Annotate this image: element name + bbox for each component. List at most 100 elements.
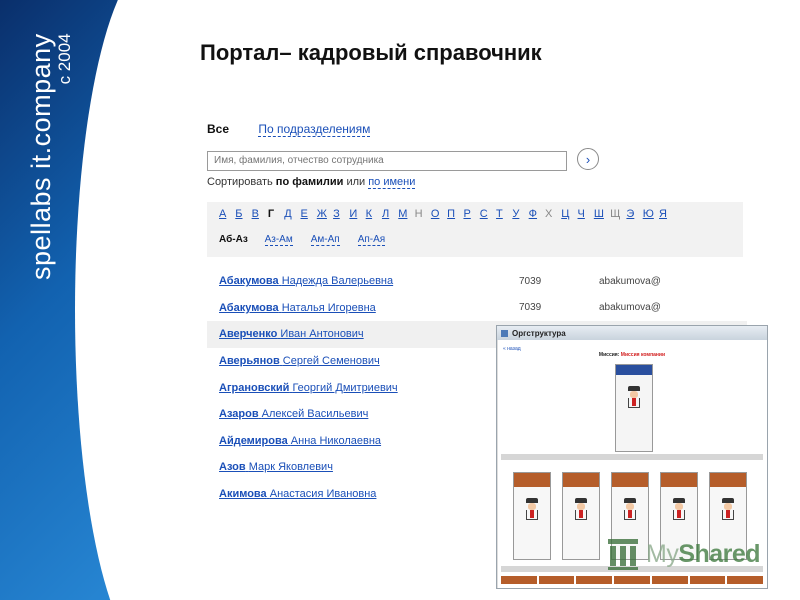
letter-У[interactable]: У bbox=[512, 208, 528, 220]
letter-Ю[interactable]: Ю bbox=[643, 208, 659, 220]
letter-Ч[interactable]: Ч bbox=[578, 208, 594, 220]
sort-by-first-name[interactable]: по имени bbox=[368, 176, 416, 189]
employee-name-link[interactable]: Абакумова Надежда Валерьевна bbox=[219, 275, 393, 287]
org-window-titlebar[interactable]: Оргструктура bbox=[497, 326, 767, 340]
sort-prefix: Сортировать bbox=[207, 176, 273, 188]
employee-name-link[interactable]: Аверченко Иван Антонович bbox=[219, 328, 364, 340]
search-input[interactable] bbox=[207, 150, 567, 171]
org-department-role bbox=[567, 526, 599, 530]
org-sub-unit[interactable] bbox=[727, 576, 764, 584]
employee-name-link[interactable]: Акимова Анастасия Ивановна bbox=[219, 488, 376, 500]
brand-since: с 2004 bbox=[55, 33, 74, 85]
letter-Щ: Щ bbox=[610, 208, 621, 220]
sort-or: или bbox=[346, 176, 366, 188]
sort-by-last-name[interactable]: по фамилии bbox=[276, 176, 344, 188]
employee-name-link[interactable]: Азаров Алексей Васильевич bbox=[219, 408, 368, 420]
brand-logo-text: spellabs it.company с 2004 bbox=[26, 33, 75, 280]
org-department-person bbox=[710, 490, 746, 494]
letter-Ж[interactable]: Ж bbox=[317, 208, 333, 220]
org-root-person bbox=[616, 378, 652, 382]
person-avatar-icon bbox=[623, 498, 637, 520]
org-sub-unit[interactable] bbox=[538, 576, 575, 584]
table-row: Абакумова Наталья Игоревна 7039 abakumova@ bbox=[207, 295, 747, 322]
letter-Г: Г bbox=[267, 208, 275, 220]
letter-Р[interactable]: Р bbox=[463, 208, 479, 220]
sort-row: Сортировать по фамилии или по имени bbox=[207, 176, 416, 189]
org-department-header bbox=[661, 473, 697, 487]
employee-email[interactable]: abakumova@ bbox=[599, 302, 661, 313]
letter-К[interactable]: К bbox=[366, 208, 382, 220]
tab-all[interactable]: Все bbox=[207, 122, 229, 136]
org-department-header bbox=[514, 473, 550, 487]
org-sub-unit[interactable] bbox=[614, 576, 650, 584]
org-root-role bbox=[620, 414, 652, 418]
employee-name-link[interactable]: Аверьянов Сергей Семенович bbox=[219, 355, 380, 367]
employee-name-link[interactable]: Азов Марк Яковлевич bbox=[219, 461, 333, 473]
letter-М[interactable]: М bbox=[398, 208, 414, 220]
letter-Д[interactable]: Д bbox=[284, 208, 300, 220]
org-window-title: Оргструктура bbox=[512, 328, 566, 338]
employee-name-link[interactable]: Аграновский Георгий Дмитриевич bbox=[219, 382, 398, 394]
letter-Ф[interactable]: Ф bbox=[529, 208, 545, 220]
letter-Л[interactable]: Л bbox=[382, 208, 398, 220]
brand-band bbox=[0, 0, 165, 600]
letter-П[interactable]: П bbox=[447, 208, 463, 220]
person-avatar-icon bbox=[627, 386, 641, 408]
person-avatar-icon bbox=[574, 498, 588, 520]
letter-Е[interactable]: Е bbox=[300, 208, 316, 220]
org-root-header bbox=[616, 365, 652, 375]
letter-Ц[interactable]: Ц bbox=[561, 208, 577, 220]
org-department-person bbox=[563, 490, 599, 494]
tab-by-department[interactable]: По подразделениям bbox=[258, 122, 371, 137]
watermark-text: MyShared bbox=[646, 539, 761, 568]
org-sub-unit[interactable] bbox=[576, 576, 613, 584]
letter-range-row: Аб-Аз Аз-Ам Ам-Ап Ап-Ая bbox=[219, 234, 403, 246]
person-avatar-icon bbox=[721, 498, 735, 520]
view-tabs: Все По подразделениям bbox=[207, 122, 371, 137]
employee-phone: 7039 bbox=[519, 302, 542, 314]
building-logo-icon bbox=[606, 537, 640, 571]
employee-name-link[interactable]: Айдемирова Анна Николаевна bbox=[219, 435, 381, 447]
myshared-watermark: MyShared bbox=[606, 536, 761, 572]
letter-Я[interactable]: Я bbox=[659, 208, 675, 220]
org-section-divider bbox=[501, 454, 763, 460]
letter-В[interactable]: В bbox=[252, 208, 268, 220]
employee-phone: 7039 bbox=[519, 275, 542, 287]
person-avatar-icon bbox=[525, 498, 539, 520]
letter-А[interactable]: А bbox=[219, 208, 235, 220]
letter-Э[interactable]: Э bbox=[626, 208, 642, 220]
search-row: › bbox=[207, 148, 607, 171]
letter-Т[interactable]: Т bbox=[496, 208, 512, 220]
employee-name-link[interactable]: Абакумова Наталья Игоревна bbox=[219, 302, 376, 314]
letter-О[interactable]: О bbox=[431, 208, 447, 220]
org-department-person bbox=[612, 490, 648, 494]
org-department-role bbox=[665, 526, 697, 530]
org-sub-unit[interactable] bbox=[501, 576, 537, 584]
range-link[interactable]: Ам-Ап bbox=[310, 234, 340, 246]
brand-name: spellabs it.company bbox=[26, 33, 56, 280]
letter-И[interactable]: И bbox=[349, 208, 365, 220]
org-department-card[interactable] bbox=[513, 472, 551, 560]
org-mission-label: Миссия: bbox=[598, 352, 620, 358]
person-avatar-icon bbox=[672, 498, 686, 520]
org-department-card[interactable] bbox=[562, 472, 600, 560]
alphabet-filter: АБВГДЕЖЗИКЛМНОПРСТУФХЦЧШЩЭЮЯ Аб-Аз Аз-Ам… bbox=[207, 202, 743, 257]
org-sub-unit[interactable] bbox=[651, 576, 688, 584]
org-department-header bbox=[612, 473, 648, 487]
org-department-person bbox=[514, 490, 550, 494]
org-department-header bbox=[710, 473, 746, 487]
range-current: Аб-Аз bbox=[219, 234, 248, 245]
search-go-button[interactable]: › bbox=[577, 148, 599, 170]
employee-email[interactable]: abakumova@ bbox=[599, 276, 661, 287]
org-mission-value: Миссия компании bbox=[620, 352, 666, 358]
window-icon bbox=[501, 329, 508, 337]
letter-З[interactable]: З bbox=[333, 208, 349, 220]
letter-С[interactable]: С bbox=[480, 208, 496, 220]
range-link[interactable]: Ап-Ая bbox=[357, 234, 386, 246]
letter-Ш[interactable]: Ш bbox=[594, 208, 610, 220]
org-divider-line bbox=[497, 340, 498, 588]
org-sub-unit[interactable] bbox=[689, 576, 726, 584]
letter-Б[interactable]: Б bbox=[235, 208, 251, 220]
range-link[interactable]: Аз-Ам bbox=[264, 234, 293, 246]
org-root-card[interactable] bbox=[615, 364, 653, 452]
